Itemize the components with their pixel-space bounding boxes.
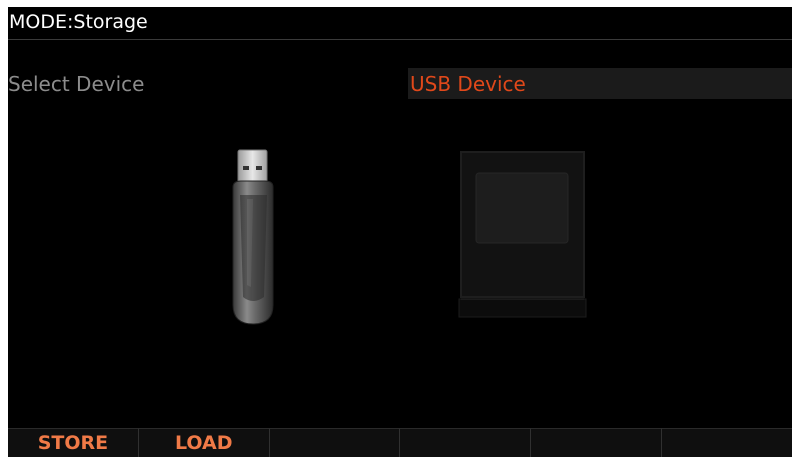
usb-drive-icon[interactable] bbox=[223, 147, 283, 327]
softkey-6[interactable] bbox=[662, 428, 792, 457]
softkey-bar: STORE LOAD bbox=[8, 428, 792, 457]
softkey-3[interactable] bbox=[269, 428, 401, 457]
select-device-label: Select Device bbox=[8, 72, 145, 96]
softkey-load[interactable]: LOAD bbox=[138, 428, 270, 457]
select-device-value: USB Device bbox=[410, 72, 526, 96]
select-device-value-field[interactable]: USB Device bbox=[408, 68, 792, 99]
mode-title: MODE:Storage bbox=[9, 11, 148, 33]
title-bar: MODE:Storage bbox=[8, 7, 792, 40]
softkey-4[interactable] bbox=[400, 428, 532, 457]
display-screen: MODE:Storage Select Device USB Device ST… bbox=[8, 7, 792, 457]
softkey-5[interactable] bbox=[531, 428, 663, 457]
softkey-store[interactable]: STORE bbox=[8, 428, 139, 457]
storage-device-icon[interactable] bbox=[458, 149, 588, 321]
